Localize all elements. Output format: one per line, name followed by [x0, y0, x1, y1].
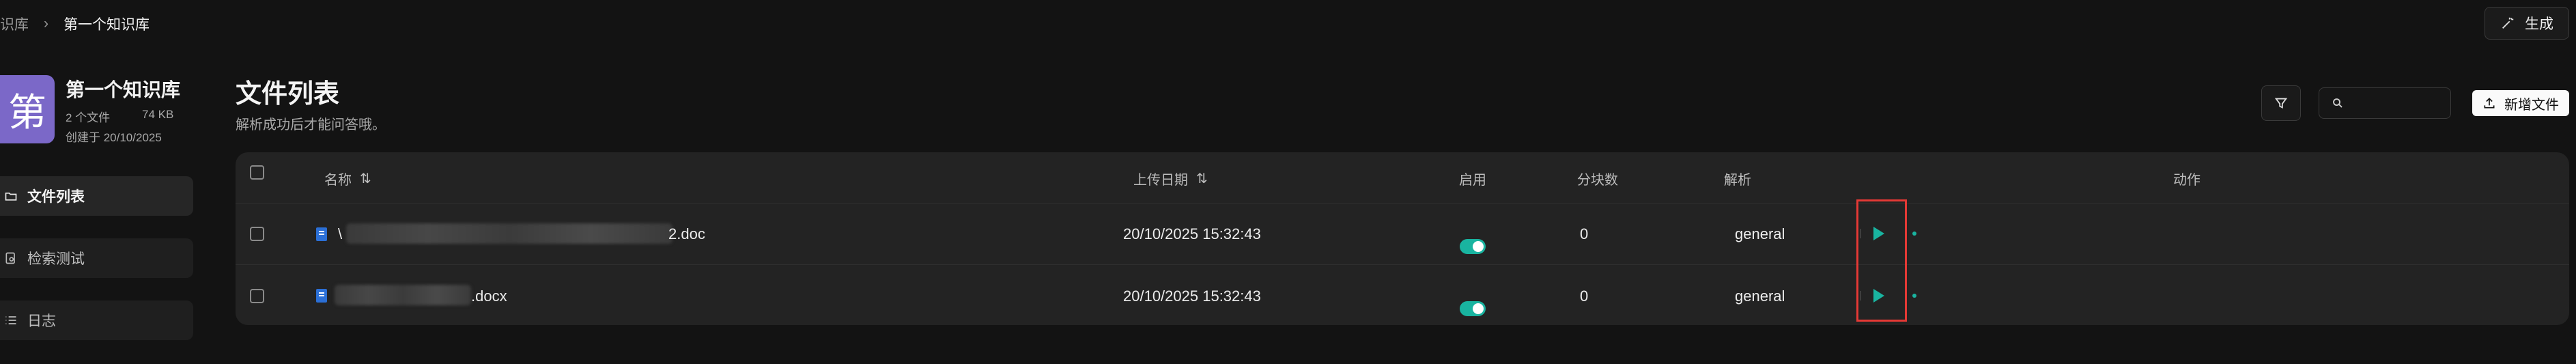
word-file-icon [316, 289, 327, 303]
status-dot [1912, 294, 1916, 298]
search-icon [2333, 98, 2343, 108]
kb-name: 第一个知识库 [66, 79, 181, 100]
sidebar-item-label: 文件列表 [27, 189, 85, 205]
sidebar-item-retrieval-test[interactable]: 检索测试 [0, 238, 193, 278]
chunk-count: 0 [1580, 288, 1589, 305]
chunk-count: 0 [1580, 225, 1589, 242]
enable-toggle[interactable] [1460, 301, 1486, 316]
column-header-actions: 动作 [2173, 169, 2200, 188]
upload-date: 20/10/2025 15:32:43 [1123, 225, 1261, 242]
search-input[interactable] [2349, 95, 2441, 111]
file-name-suffix[interactable]: 2.doc [668, 225, 705, 243]
column-label: 上传日期 [1133, 173, 1188, 188]
list-icon [5, 316, 16, 324]
search-box [2319, 87, 2451, 119]
column-label: 名称 [324, 173, 352, 188]
page-title: 文件列表 [236, 80, 340, 109]
add-file-button[interactable]: 新增文件 [2472, 90, 2569, 116]
breadcrumb-current: 第一个知识库 [63, 17, 150, 33]
parser-name[interactable]: general [1735, 288, 1785, 305]
column-header-parser: 解析 [1724, 169, 1751, 188]
generate-button[interactable]: 生成 [2485, 7, 2569, 40]
search-doc-icon [5, 252, 15, 264]
column-label: 启用 [1459, 173, 1486, 188]
add-file-label: 新增文件 [2504, 97, 2559, 113]
breadcrumb: 识库 › 第一个知识库 [0, 14, 150, 34]
table-row[interactable]: .docx 20/10/2025 15:32:43 0 general [236, 265, 2569, 325]
chevron-right-icon: › [44, 16, 48, 31]
sort-icon: ⇅ [1196, 171, 1208, 186]
breadcrumb-parent[interactable]: 识库 [0, 14, 29, 34]
kb-file-count: 2 个文件 [66, 111, 111, 124]
kb-size: 74 KB [142, 108, 174, 121]
column-header-chunks: 分块数 [1577, 169, 1618, 188]
column-header-enabled: 启用 [1459, 169, 1486, 188]
row-checkbox[interactable] [250, 227, 264, 241]
kb-avatar: 第 [0, 75, 55, 143]
parser-name[interactable]: general [1735, 225, 1785, 243]
filter-icon [2274, 98, 2288, 109]
file-name-prefix: \ [338, 225, 343, 242]
highlight-box [1856, 199, 1907, 322]
filter-button[interactable] [2261, 85, 2301, 121]
table-row[interactable]: \ 2.doc 20/10/2025 15:32:43 0 general [236, 204, 2569, 264]
column-header-name[interactable]: 名称 ⇅ [324, 169, 371, 188]
kb-created-date: 创建于 20/10/2025 [66, 131, 162, 144]
column-label: 解析 [1724, 173, 1751, 188]
upload-icon [2484, 98, 2495, 109]
file-name-suffix[interactable]: .docx [471, 288, 507, 305]
word-file-icon [316, 227, 327, 241]
column-label: 动作 [2173, 173, 2200, 188]
upload-date: 20/10/2025 15:32:43 [1123, 288, 1261, 305]
sidebar-item-label: 日志 [27, 313, 56, 329]
folder-open-icon [5, 193, 17, 201]
enable-toggle[interactable] [1460, 239, 1486, 254]
page-subtitle: 解析成功后才能问答哦。 [236, 117, 386, 132]
sidebar-item-files[interactable]: 文件列表 [0, 176, 193, 216]
redacted-file-name [335, 285, 471, 305]
generate-label: 生成 [2525, 16, 2553, 32]
sidebar-item-label: 检索测试 [27, 251, 85, 267]
status-dot [1912, 232, 1916, 236]
file-table: 名称 ⇅ 上传日期 ⇅ 启用 分块数 解析 动作 \ 2.doc 20/10/2… [236, 152, 2569, 325]
magic-wand-icon [2502, 17, 2514, 29]
row-checkbox[interactable] [250, 289, 264, 303]
column-header-upload-date[interactable]: 上传日期 ⇅ [1133, 169, 1208, 188]
column-label: 分块数 [1577, 173, 1618, 188]
select-all-checkbox[interactable] [250, 165, 264, 180]
redacted-file-name [346, 223, 673, 244]
sidebar-item-logs[interactable]: 日志 [0, 300, 193, 340]
sort-icon: ⇅ [360, 171, 371, 186]
